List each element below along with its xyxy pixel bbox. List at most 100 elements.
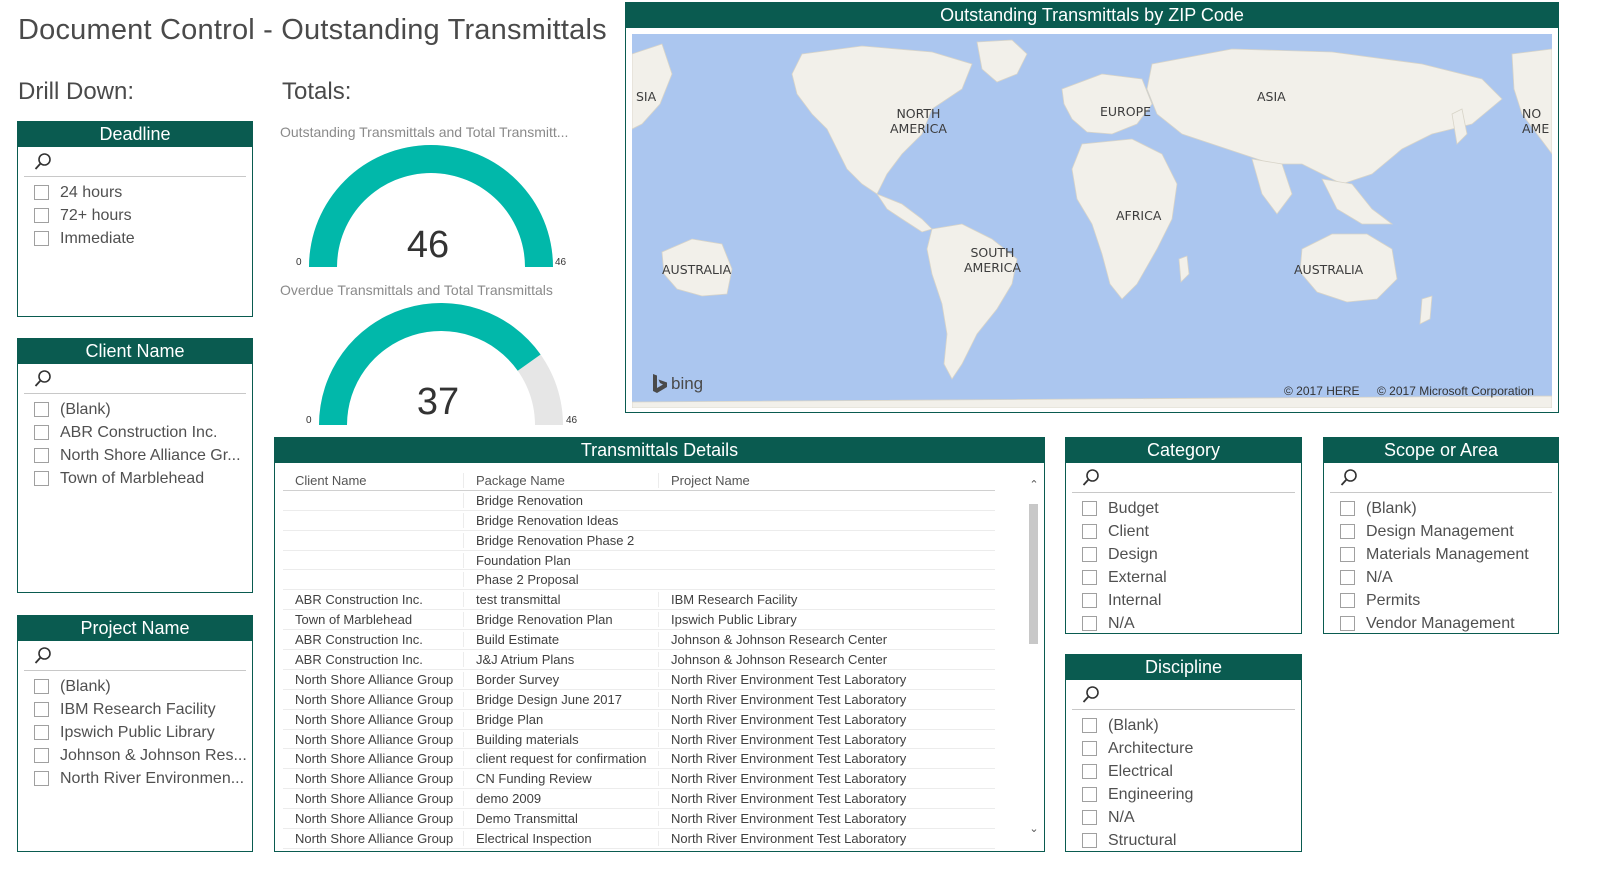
project-name-option[interactable]: Johnson & Johnson Res... <box>18 744 252 767</box>
discipline-option[interactable]: (Blank) <box>1066 714 1301 737</box>
checkbox[interactable] <box>34 471 49 486</box>
world-map[interactable]: SIA NORTH AMERICA EUROPE ASIA NO AME AFR… <box>632 34 1552 408</box>
table-row[interactable]: ABR Construction Inc. J&J Atrium Plans Joh… <box>283 650 995 670</box>
table-scrollbar[interactable]: ⌃ ⌄ <box>1027 474 1043 846</box>
scroll-thumb[interactable] <box>1029 504 1038 644</box>
scope-option[interactable]: Vendor Management <box>1324 612 1558 633</box>
table-row[interactable]: Town of Marblehead Bridge Renovation Plan… <box>283 610 995 631</box>
column-header-client-name[interactable]: Client Name <box>283 473 463 488</box>
table-row[interactable]: North Shore Alliance Group Bridge Design … <box>283 690 995 710</box>
table-cell: ABR Construction Inc. <box>295 632 423 648</box>
scroll-down-icon[interactable]: ⌄ <box>1027 822 1041 836</box>
deadline-search-box[interactable] <box>24 147 246 177</box>
column-header-project-name[interactable]: Project Name <box>658 472 995 488</box>
project-name-option[interactable]: North River Environmen... <box>18 767 252 790</box>
table-body: Client Name Package Name Project Name Br… <box>283 471 995 849</box>
discipline-search-box[interactable] <box>1072 680 1295 710</box>
table-row[interactable]: Bridge Renovation Phase 2 <box>283 531 995 551</box>
scope-search-box[interactable] <box>1330 463 1552 493</box>
client-name-option[interactable]: North Shore Alliance Gr... <box>18 444 252 467</box>
checkbox[interactable] <box>1082 810 1097 825</box>
checkbox[interactable] <box>1082 718 1097 733</box>
discipline-option[interactable]: Electrical <box>1066 760 1301 783</box>
column-header-package-name[interactable]: Package Name <box>463 472 658 488</box>
checkbox[interactable] <box>1082 524 1097 539</box>
checkbox[interactable] <box>34 748 49 763</box>
map-title: Outstanding Transmittals by ZIP Code <box>626 3 1558 28</box>
scroll-up-icon[interactable]: ⌃ <box>1027 478 1041 492</box>
category-option[interactable]: Internal <box>1066 589 1301 612</box>
checkbox[interactable] <box>1082 570 1097 585</box>
checkbox[interactable] <box>1340 570 1355 585</box>
category-option[interactable]: Client <box>1066 520 1301 543</box>
scope-option[interactable]: N/A <box>1324 566 1558 589</box>
checkbox[interactable] <box>1082 787 1097 802</box>
checkbox[interactable] <box>34 448 49 463</box>
checkbox[interactable] <box>34 771 49 786</box>
bing-text: bing <box>671 374 704 393</box>
checkbox[interactable] <box>34 185 49 200</box>
client-name-search-box[interactable] <box>24 364 246 394</box>
client-name-option[interactable]: (Blank) <box>18 398 252 421</box>
checkbox[interactable] <box>1340 616 1355 631</box>
category-option[interactable]: N/A <box>1066 612 1301 633</box>
table-row[interactable]: Phase 2 Proposal <box>283 570 995 591</box>
category-option[interactable]: Budget <box>1066 497 1301 520</box>
checkbox[interactable] <box>34 679 49 694</box>
checkbox[interactable] <box>1082 501 1097 516</box>
table-row[interactable]: North Shore Alliance Group Border Survey N… <box>283 670 995 690</box>
checkbox[interactable] <box>1340 501 1355 516</box>
checkbox[interactable] <box>1082 741 1097 756</box>
checkbox[interactable] <box>34 231 49 246</box>
table-row[interactable]: North Shore Alliance Group client request… <box>283 749 995 770</box>
table-row[interactable]: ABR Construction Inc. Build Estimate Johns… <box>283 630 995 651</box>
category-search-box[interactable] <box>1072 463 1295 493</box>
table-row[interactable]: Foundation Plan <box>283 551 995 571</box>
checkbox[interactable] <box>1082 616 1097 631</box>
scope-option[interactable]: Design Management <box>1324 520 1558 543</box>
table-row[interactable]: North Shore Alliance Group Electrical Ins… <box>283 829 995 849</box>
table-row[interactable]: North Shore Alliance Group demo 2009 North… <box>283 789 995 810</box>
scope-option[interactable]: (Blank) <box>1324 497 1558 520</box>
project-name-search-box[interactable] <box>24 641 246 671</box>
table-cell: North River Environment Test Laboratory <box>658 811 995 827</box>
table-row[interactable]: Bridge Renovation <box>283 491 995 511</box>
checkbox[interactable] <box>1082 593 1097 608</box>
table-row[interactable]: Bridge Renovation Ideas <box>283 511 995 531</box>
deadline-option[interactable]: 24 hours <box>18 181 252 204</box>
checkbox[interactable] <box>34 725 49 740</box>
project-name-option[interactable]: (Blank) <box>18 675 252 698</box>
discipline-option[interactable]: Architecture <box>1066 737 1301 760</box>
gauge-outstanding-min: 0 <box>296 257 302 268</box>
checkbox[interactable] <box>34 402 49 417</box>
deadline-option[interactable]: 72+ hours <box>18 204 252 227</box>
project-name-option[interactable]: Ipswich Public Library <box>18 721 252 744</box>
client-name-option[interactable]: Town of Marblehead <box>18 467 252 490</box>
discipline-option[interactable]: Structural <box>1066 829 1301 851</box>
checkbox[interactable] <box>1340 524 1355 539</box>
deadline-option[interactable]: Immediate <box>18 227 252 250</box>
checkbox[interactable] <box>1340 547 1355 562</box>
discipline-option[interactable]: N/A <box>1066 806 1301 829</box>
project-name-option[interactable]: IBM Research Facility <box>18 698 252 721</box>
client-name-option[interactable]: ABR Construction Inc. <box>18 421 252 444</box>
discipline-option[interactable]: Engineering <box>1066 783 1301 806</box>
table-row[interactable]: ABR Construction Inc. test transmittal IBM… <box>283 590 995 611</box>
checkbox[interactable] <box>1340 593 1355 608</box>
checkbox[interactable] <box>1082 833 1097 848</box>
table-row[interactable]: North Shore Alliance Group Demo Transmitt… <box>283 809 995 830</box>
table-row[interactable]: North Shore Alliance Group Building mater… <box>283 730 995 750</box>
table-cell: Build Estimate <box>463 632 658 648</box>
category-option[interactable]: Design <box>1066 543 1301 566</box>
table-row[interactable]: North Shore Alliance Group CN Funding Rev… <box>283 769 995 790</box>
table-row[interactable]: North Shore Alliance Group Bridge Plan Nor… <box>283 710 995 730</box>
checkbox[interactable] <box>1082 764 1097 779</box>
category-option[interactable]: External <box>1066 566 1301 589</box>
scope-option[interactable]: Materials Management <box>1324 543 1558 566</box>
checkbox[interactable] <box>34 702 49 717</box>
checkbox[interactable] <box>34 425 49 440</box>
checkbox[interactable] <box>1082 547 1097 562</box>
checkbox[interactable] <box>34 208 49 223</box>
scope-option[interactable]: Permits <box>1324 589 1558 612</box>
table-cell: North Shore Alliance Group <box>295 811 454 827</box>
